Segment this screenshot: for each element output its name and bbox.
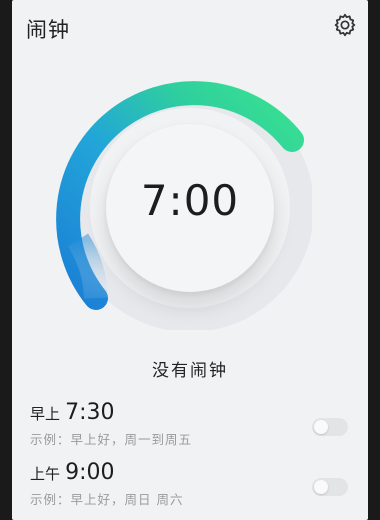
alarm-subtitle: 示例：早上好，周日 周六: [30, 492, 184, 507]
clock-time: 7:00: [140, 176, 240, 225]
alarm-time: 9:00: [65, 460, 115, 485]
toggle-knob: [314, 420, 328, 434]
alarm-toggle[interactable]: [312, 478, 348, 496]
gear-icon[interactable]: [332, 12, 358, 38]
alarm-period: 上午: [30, 465, 61, 483]
alarm-time: 7:30: [65, 400, 115, 425]
alarm-period: 早上: [30, 405, 61, 423]
empty-state-text: 没有闹钟: [152, 361, 228, 381]
list-item[interactable]: 上午 9:00 示例：早上好，周日 周六: [30, 460, 350, 508]
alarm-subtitle: 示例：早上好，周一到周五: [30, 432, 193, 447]
list-item[interactable]: 早上 7:30 示例：早上好，周一到周五: [30, 400, 350, 448]
toggle-knob: [314, 480, 328, 494]
page-title: 闹钟: [26, 18, 70, 42]
alarm-screen: 闹钟 7:00 没有闹钟 早上 7:30 示例：早上好，周一到周五 上午 9:0…: [12, 0, 368, 520]
alarm-toggle[interactable]: [312, 418, 348, 436]
